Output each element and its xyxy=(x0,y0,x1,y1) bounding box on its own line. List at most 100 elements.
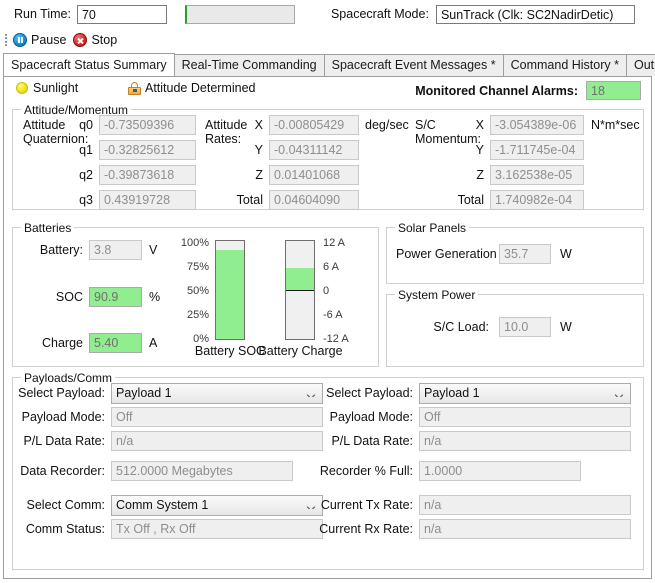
soc-value: 90.9 xyxy=(89,287,142,307)
momentum-x-value: -3.054389e-06 xyxy=(490,115,584,135)
momentum-y-value: -1.711745e-04 xyxy=(490,140,584,160)
momentum-x-label: X xyxy=(438,118,484,132)
monitored-channel-alarms-label: Monitored Channel Alarms: xyxy=(415,84,578,98)
select-payload-dropdown-left[interactable]: Payload 1 xyxy=(111,383,323,404)
sc-load-label: S/C Load: xyxy=(411,320,489,334)
data-recorder-label: Data Recorder: xyxy=(17,464,105,478)
q3-value: 0.43919728 xyxy=(99,190,196,210)
comm-status-value: Tx Off , Rx Off xyxy=(111,519,323,539)
select-payload-value-right: Payload 1 xyxy=(424,386,480,400)
soc-unit: % xyxy=(149,290,160,304)
spacecraft-status-summary-page: Sunlight Attitude Determined Monitored C… xyxy=(3,76,652,579)
battery-charge-gauge-fill xyxy=(286,268,314,290)
stop-icon xyxy=(73,33,87,47)
q3-label: q3 xyxy=(75,193,93,207)
pause-button-label: Pause xyxy=(31,33,66,47)
sunlight-indicator: Sunlight xyxy=(16,81,78,95)
lock-icon xyxy=(128,82,141,95)
batteries-caption: Batteries xyxy=(21,221,74,235)
select-payload-label-right: Select Payload: xyxy=(325,386,413,400)
battery-charge-gauge-zero-line xyxy=(286,290,314,292)
q1-label: q1 xyxy=(75,143,93,157)
tab-strip: Spacecraft Status Summary Real-Time Comm… xyxy=(0,52,655,76)
pl-data-rate-value-right: n/a xyxy=(419,431,631,451)
pause-button[interactable]: Pause xyxy=(11,30,71,50)
batteries-group: Batteries Battery: 3.8 V SOC 90.9 % Char… xyxy=(12,227,379,367)
recorder-percent-full-label: Recorder % Full: xyxy=(319,464,413,478)
q2-label: q2 xyxy=(75,168,93,182)
charge-tick-12: 12 A xyxy=(323,237,345,249)
battery-voltage-value: 3.8 xyxy=(89,240,142,260)
rates-units-label: deg/sec xyxy=(365,118,409,132)
stop-button-label: Stop xyxy=(91,33,117,47)
rates-z-value: 0.01401068 xyxy=(269,165,359,185)
rates-z-label: Z xyxy=(228,168,263,182)
battery-charge-gauge xyxy=(285,240,315,340)
q0-value: -0.73509396 xyxy=(99,115,196,135)
select-payload-value-left: Payload 1 xyxy=(116,386,172,400)
rates-y-label: Y xyxy=(228,143,263,157)
tab-spacecraft-status-summary[interactable]: Spacecraft Status Summary xyxy=(3,53,175,76)
power-generation-label: Power Generation xyxy=(396,247,497,261)
charge-tick-6: 6 A xyxy=(323,261,339,273)
tab-command-history[interactable]: Command History * xyxy=(503,54,627,76)
system-power-group: System Power S/C Load: 10.0 W xyxy=(386,294,644,367)
monitored-channel-alarms-value: 18 xyxy=(586,81,641,100)
sunlight-label: Sunlight xyxy=(33,81,78,95)
sun-icon xyxy=(16,82,28,94)
charge-value: 5.40 xyxy=(89,333,142,353)
attitude-momentum-group: Attitude/Momentum Attitude Quaternion: q… xyxy=(12,109,644,210)
sc-load-unit: W xyxy=(560,320,572,334)
momentum-total-label: Total xyxy=(438,193,484,207)
charge-label: Charge xyxy=(19,336,83,350)
attitude-determined-label: Attitude Determined xyxy=(145,81,255,95)
monitored-channel-alarms: Monitored Channel Alarms: 18 xyxy=(415,81,641,100)
run-time-input[interactable]: 70 xyxy=(77,5,167,24)
tab-output-error[interactable]: Output/Error * xyxy=(626,54,655,76)
soc-tick-75: 75% xyxy=(171,261,209,273)
chevron-down-icon xyxy=(307,504,315,509)
toolbar: Pause Stop xyxy=(0,28,655,52)
current-rx-rate-label: Current Rx Rate: xyxy=(319,522,413,536)
charge-tick-neg6: -6 A xyxy=(323,309,343,321)
stop-button[interactable]: Stop xyxy=(71,30,122,50)
select-comm-dropdown[interactable]: Comm System 1 xyxy=(111,495,323,516)
payload-mode-value-right: Off xyxy=(419,407,631,427)
payloads-comm-group: Payloads/Comm Select Payload: Payload 1 … xyxy=(12,377,644,570)
run-time-label: Run Time: xyxy=(14,7,71,21)
momentum-units-label: N*m*sec xyxy=(591,118,640,132)
toolbar-grip[interactable] xyxy=(3,32,9,48)
payload-mode-label-right: Payload Mode: xyxy=(325,410,413,424)
momentum-total-value: 1.740982e-04 xyxy=(490,190,584,210)
solar-panels-group: Solar Panels Power Generation 35.7 W xyxy=(386,227,644,284)
battery-charge-gauge-title: Battery Charge xyxy=(253,344,348,358)
q0-label: q0 xyxy=(75,118,93,132)
q2-value: -0.39873618 xyxy=(99,165,196,185)
pause-icon xyxy=(13,33,27,47)
power-generation-unit: W xyxy=(560,247,572,261)
rates-x-value: -0.00805429 xyxy=(269,115,359,135)
battery-soc-gauge-fill xyxy=(216,250,244,339)
current-rx-rate-value: n/a xyxy=(419,519,631,539)
select-comm-value: Comm System 1 xyxy=(116,498,208,512)
soc-tick-50: 50% xyxy=(171,285,209,297)
comm-status-label: Comm Status: xyxy=(17,522,105,536)
battery-voltage-label: Battery: xyxy=(19,243,83,257)
soc-label: SOC xyxy=(19,290,83,304)
rates-x-label: X xyxy=(228,118,263,132)
rates-y-value: -0.04311142 xyxy=(269,140,359,160)
charge-unit: A xyxy=(149,336,157,350)
pl-data-rate-label-right: P/L Data Rate: xyxy=(325,434,413,448)
attitude-determined-indicator: Attitude Determined xyxy=(128,81,255,95)
tab-spacecraft-event-messages[interactable]: Spacecraft Event Messages * xyxy=(324,54,504,76)
payloads-comm-caption: Payloads/Comm xyxy=(21,371,115,385)
soc-tick-100: 100% xyxy=(171,237,209,249)
q1-value: -0.32825612 xyxy=(99,140,196,160)
soc-tick-25: 25% xyxy=(171,309,209,321)
rates-total-label: Total xyxy=(228,193,263,207)
tab-real-time-commanding[interactable]: Real-Time Commanding xyxy=(174,54,325,76)
payload-mode-value-left: Off xyxy=(111,407,323,427)
data-recorder-value: 512.0000 Megabytes xyxy=(111,461,293,481)
chevron-down-icon xyxy=(615,392,623,397)
select-payload-dropdown-right[interactable]: Payload 1 xyxy=(419,383,631,404)
